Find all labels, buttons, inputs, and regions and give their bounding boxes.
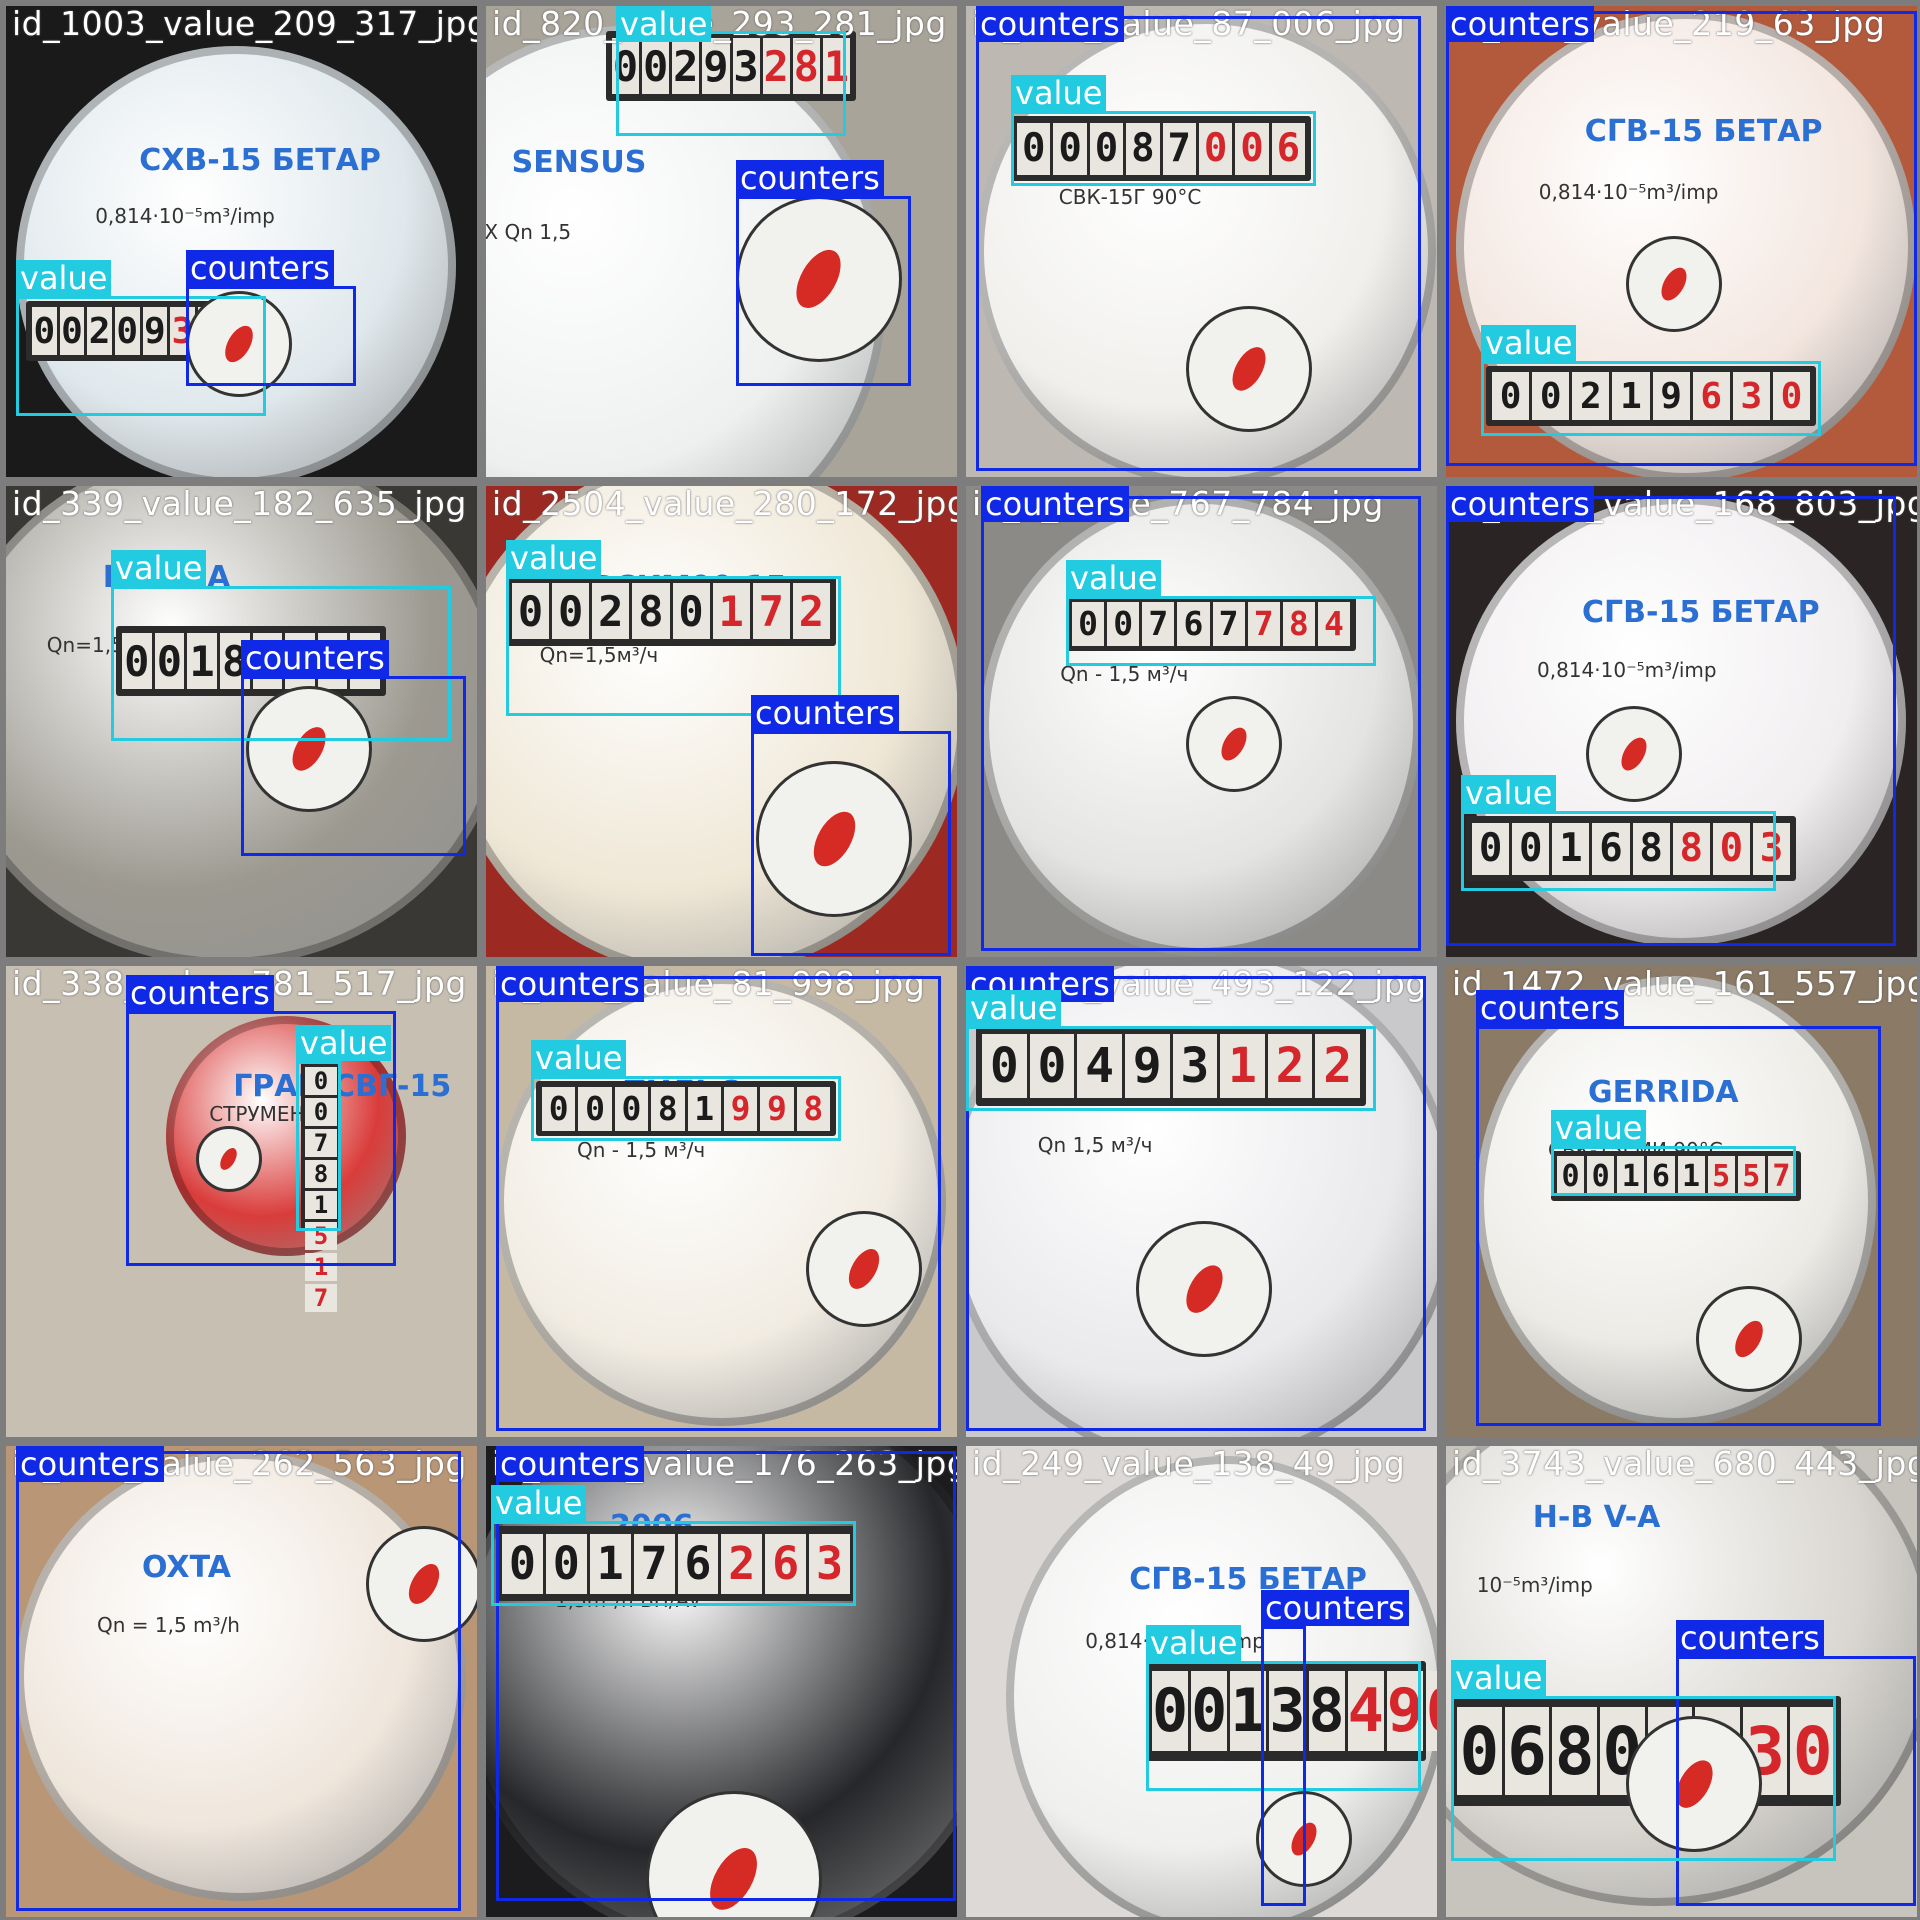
counters-label-tag: counters	[1446, 486, 1594, 522]
counters-bounding-box	[1476, 1026, 1881, 1426]
value-bounding-box	[1011, 111, 1316, 186]
meter-spec-text: VLX Qn 1,5	[486, 220, 572, 245]
tile-filename-caption: id_3743_value_680_443_jpg	[1452, 1446, 1917, 1483]
meter-photo-tile: ГРАН СВГ-15СТРУМЕНЬ00781517id_338_value_…	[6, 966, 477, 1437]
counters-label-tag: counters	[16, 1446, 164, 1482]
counters-bounding-box	[16, 1451, 461, 1911]
meter-photo-tile: ВСКМ90-15Qn=1,5м³/ч00280172id_2504_value…	[486, 486, 957, 957]
meter-photo-tile: МЕТЕР СВ-15Qn - 1,5 м³/ч00767784id_2_val…	[966, 486, 1437, 957]
counters-label-tag: counters	[186, 250, 334, 286]
meter-photo-tile: GERRIDAСВК-15Г 90°C00087006id_837_value_…	[966, 6, 1437, 477]
counters-label-tag: counters	[126, 975, 274, 1011]
tile-filename-caption: id_2504_value_280_172_jpg	[492, 486, 957, 523]
meter-photo-tile: СГВ-15 БЕТАР 0,814·10⁻⁵m³/imp 0 0 1 6 8 8 0 3 id_2…	[1446, 486, 1917, 957]
meter-photo-tile: 20061,5m³/h BH/AV00176263id_8676_value_1…	[486, 1446, 957, 1917]
value-label-tag: value	[1461, 775, 1557, 811]
meter-photo-tile: GERRIDA СВК-15ГМИ 90°C 0 0 1 6 1 5 5 7 id_1472_val…	[1446, 966, 1917, 1437]
value-bounding-box	[1551, 1146, 1796, 1196]
value-label-tag: value	[1146, 1625, 1242, 1661]
value-bounding-box	[1451, 1696, 1836, 1861]
value-label-tag: value	[966, 990, 1062, 1026]
meter-photo-tile: H-B V-AQn=1,5 m³/h00182635id_339_value_1…	[6, 486, 477, 957]
meter-photo-tile: SENSUSVLX Qn 1,500293281id_820_value_293…	[486, 6, 957, 477]
value-bounding-box	[296, 1061, 341, 1231]
value-label-tag: value	[111, 550, 207, 586]
meter-photo-tile: H-B V-A10⁻⁵m³/imp06804430id_3743_value_6…	[1446, 1446, 1917, 1917]
counters-bounding-box	[981, 496, 1421, 951]
counters-label-tag: counters	[1261, 1590, 1409, 1626]
image-grid: СХВ-15 БЕТАР0,814·10⁻⁵m³/imp00209317id_1…	[0, 0, 1920, 1920]
meter-photo-tile: ПУЛЬСQn - 1,5 м³/ч00081998id_998_value_8…	[486, 966, 957, 1437]
value-label-tag: value	[1011, 75, 1107, 111]
value-label-tag: value	[296, 1025, 392, 1061]
meter-brand-text: SENSUS	[511, 144, 647, 180]
counters-bounding-box	[186, 286, 356, 386]
tile-filename-caption: id_1003_value_209_317_jpg	[12, 6, 477, 43]
value-label-tag: value	[506, 540, 602, 576]
counters-label-tag: counters	[241, 640, 389, 676]
meter-photo-tile: СГВ-15 БЕТАР0,814·10⁻⁵m³/imp00138490id_2…	[966, 1446, 1437, 1917]
value-bounding-box	[966, 1026, 1376, 1111]
value-bounding-box	[616, 31, 846, 136]
counters-label-tag: counters	[496, 966, 644, 1002]
value-label-tag: value	[1481, 325, 1577, 361]
value-bounding-box	[1066, 596, 1376, 666]
value-label-tag: value	[491, 1485, 587, 1521]
value-label-tag: value	[1066, 560, 1162, 596]
tile-filename-caption: id_249_value_138_49_jpg	[972, 1446, 1406, 1483]
counters-label-tag: counters	[496, 1446, 644, 1482]
meter-photo-tile: OXTA Qn = 1,5 m³/h id_326_value_262_563_jp…	[6, 1446, 477, 1917]
counters-bounding-box	[1261, 1626, 1306, 1906]
value-label-tag: value	[531, 1040, 627, 1076]
counters-label-tag: counters	[1476, 990, 1624, 1026]
counter-digit: 0	[1425, 1671, 1437, 1751]
meter-brand-text: СХВ-15 БЕТАР	[139, 142, 381, 178]
meter-brand-text: H-B V-A	[1532, 1500, 1661, 1536]
value-bounding-box	[1461, 811, 1776, 891]
meter-photo-tile: СГВ-15 БЕТАР 0,814·10⁻⁵m³/imp 0 0 2 1 9 6 3 0 id_6…	[1446, 6, 1917, 477]
counter-digit: 7	[305, 1284, 337, 1312]
counters-label-tag: counters	[981, 486, 1129, 522]
meter-spec-text: 10⁻⁵m³/imp	[1476, 1573, 1593, 1598]
counters-bounding-box	[751, 731, 951, 956]
counters-label-tag: counters	[976, 6, 1124, 42]
counters-label-tag: counters	[1446, 6, 1594, 42]
meter-photo-tile: СХВ-15 БЕТАР0,814·10⁻⁵m³/imp00209317id_1…	[6, 6, 477, 477]
value-label-tag: value	[616, 6, 712, 42]
counters-label-tag: counters	[751, 695, 899, 731]
value-label-tag: value	[16, 260, 112, 296]
value-bounding-box	[531, 1076, 841, 1141]
meter-photo-tile: СВ-15ГQn 1,5 м³/ч00493122id_493_value_49…	[966, 966, 1437, 1437]
value-label-tag: value	[1551, 1110, 1647, 1146]
meter-spec-text: 0,814·10⁻⁵m³/imp	[95, 204, 275, 229]
value-bounding-box	[1481, 361, 1821, 436]
value-label-tag: value	[1451, 1660, 1547, 1696]
counters-label-tag: counters	[736, 160, 884, 196]
tile-filename-caption: id_339_value_182_635_jpg	[12, 486, 467, 523]
counters-bounding-box	[736, 196, 911, 386]
counters-bounding-box	[241, 676, 466, 856]
counters-label-tag: counters	[1676, 1620, 1824, 1656]
value-bounding-box	[491, 1521, 856, 1606]
